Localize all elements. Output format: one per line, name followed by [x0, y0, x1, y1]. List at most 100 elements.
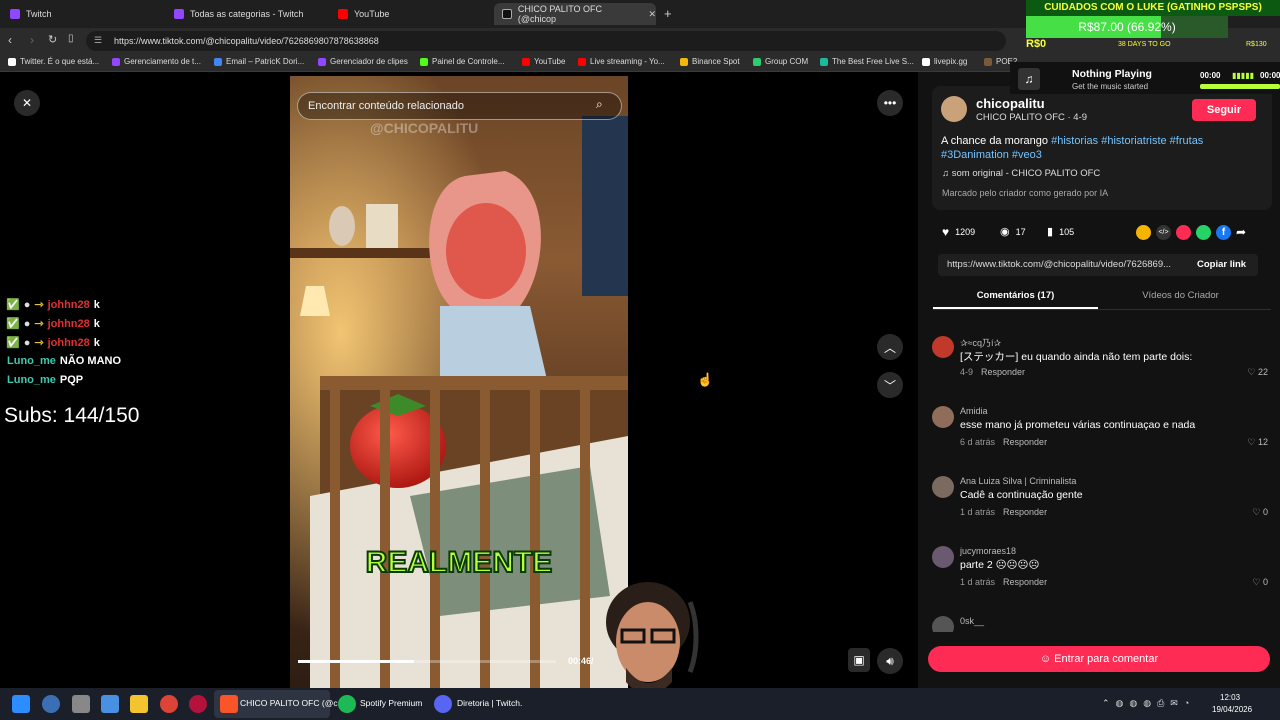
tab-youtube[interactable]: YouTube: [330, 3, 494, 25]
post-subtitle: CHICO PALITO OFC · 4-9: [976, 112, 1088, 123]
share-icon[interactable]: ➦: [1236, 225, 1246, 240]
send-icon[interactable]: [1176, 225, 1191, 240]
divider: [933, 309, 1271, 310]
chrome-icon[interactable]: [160, 695, 178, 713]
bookmark-binance[interactable]: Binance Spot: [680, 57, 740, 66]
toy-bunny: [329, 206, 355, 246]
picture-in-picture-icon[interactable]: ▣: [848, 648, 870, 672]
bookmark-clipes[interactable]: Gerenciador de clipes: [318, 57, 408, 66]
book: [366, 204, 398, 248]
taskbar-label[interactable]: Diretoria | Twitch.: [457, 698, 522, 708]
copy-link-button[interactable]: Copiar link: [1197, 259, 1246, 270]
video-link[interactable]: https://www.tiktok.com/@chicopalitu/vide…: [947, 259, 1171, 270]
bookmark-live-streaming[interactable]: Live streaming - Yo...: [578, 57, 665, 66]
avatar[interactable]: [932, 406, 954, 428]
comment-like-button[interactable]: ♡ 0: [1252, 507, 1268, 518]
facebook-icon[interactable]: f: [1216, 225, 1231, 240]
folder-icon[interactable]: [130, 695, 148, 713]
twitch-icon: [174, 9, 184, 19]
reply-button[interactable]: Responder: [981, 367, 1025, 377]
comment-icon: ☺: [1039, 653, 1055, 665]
bookmark-twitter[interactable]: Twitter. É o que está...: [8, 57, 99, 66]
video-player[interactable]: @CHICOPALITU REALMENTE: [290, 76, 628, 688]
heart-icon: ♥: [942, 225, 950, 239]
close-tab-icon[interactable]: ✕: [648, 9, 656, 20]
subs-counter: Subs: 144/150: [4, 404, 140, 427]
comment-like-button[interactable]: ♡ 12: [1247, 437, 1268, 448]
bookmark-livepix[interactable]: livepix.gg: [922, 57, 967, 66]
whatsapp-icon[interactable]: [1196, 225, 1211, 240]
bookmark-painel[interactable]: Painel de Controle...: [420, 57, 505, 66]
chevron-up-icon[interactable]: ︿: [877, 334, 903, 360]
new-tab-icon[interactable]: +: [664, 6, 672, 21]
reply-button[interactable]: Responder: [1003, 507, 1047, 517]
like-button[interactable]: ♥ 1209: [942, 225, 975, 239]
post-username[interactable]: chicopalitu: [976, 96, 1045, 111]
music-time-left: 00:00: [1200, 71, 1221, 80]
close-icon[interactable]: ✕: [14, 90, 40, 116]
tab-twitch-categories[interactable]: Todas as categorias - Twitch: [166, 3, 330, 25]
tab-tiktok-active[interactable]: CHICO PALITO OFC (@chicop ✕: [494, 3, 656, 25]
tab-twitch[interactable]: Twitch: [2, 3, 166, 25]
ai-label: Marcado pelo criador como gerado por IA: [942, 188, 1109, 198]
tab-creator-videos[interactable]: Vídeos do Criador: [1098, 290, 1263, 301]
bookmark-icon[interactable]: ▯: [68, 33, 74, 44]
comment-button[interactable]: ◉ 17: [1000, 225, 1026, 238]
bookmark-email[interactable]: Email – PatricK Dori...: [214, 57, 304, 66]
tiktok-icon: [502, 9, 512, 19]
bookmark-best-free-live[interactable]: The Best Free Live S...: [820, 57, 914, 66]
search-icon[interactable]: ⌕: [596, 97, 603, 112]
url-field[interactable]: https://www.tiktok.com/@chicopalitu/vide…: [86, 31, 1006, 51]
system-tray-icons[interactable]: ⌃◍◍◍⎙✉◔: [1102, 698, 1195, 709]
more-options-icon[interactable]: •••: [877, 90, 903, 116]
sound-row[interactable]: ♫ som original - CHICO PALITO OFC: [942, 168, 1100, 179]
taskbar-label[interactable]: Spotify Premium: [360, 698, 422, 708]
related-search-input[interactable]: Encontrar conteúdo relacionado: [297, 92, 622, 120]
music-time-right: 00:00: [1260, 71, 1280, 80]
save-button[interactable]: ▮ 105: [1047, 225, 1074, 238]
cursor-icon: ☝: [697, 372, 714, 387]
reply-button[interactable]: Responder: [1003, 437, 1047, 447]
reload-icon[interactable]: ↻: [48, 33, 57, 46]
bookmark-group-com[interactable]: Group COM: [753, 57, 808, 66]
taskbar-label: CHICO PALITO OFC (@c: [240, 698, 338, 708]
music-progress: [1200, 84, 1280, 89]
calculator-icon[interactable]: [72, 695, 90, 713]
globe-icon[interactable]: [42, 695, 60, 713]
back-icon[interactable]: ‹: [8, 33, 12, 47]
discord-icon[interactable]: [434, 695, 452, 713]
notepad-icon[interactable]: [101, 695, 119, 713]
twitch-icon: [10, 9, 20, 19]
chat-line: ✅ ● ⇾ johhn28 k: [6, 336, 100, 350]
bookmark-youtube[interactable]: YouTube: [522, 57, 565, 66]
avatar[interactable]: [932, 336, 954, 358]
chat-line: Luno_me PQP: [7, 374, 84, 386]
forward-icon[interactable]: ›: [30, 33, 34, 47]
tab-comments[interactable]: Comentários (17): [933, 290, 1098, 301]
hashtags[interactable]: #3Danimation #veo3: [941, 149, 1042, 161]
follow-button[interactable]: Seguir: [1192, 99, 1256, 121]
list-item: ✰≈cq乃í✰ [ステッカー] eu quando ainda não tem …: [932, 336, 1272, 378]
enter-to-comment-button[interactable]: ☺ Entrar para comentar: [928, 646, 1270, 672]
avatar[interactable]: [932, 476, 954, 498]
spotify-icon[interactable]: [338, 695, 356, 713]
hashtags[interactable]: #historias #historiatriste #frutas: [1051, 135, 1203, 147]
reply-button[interactable]: Responder: [1003, 577, 1047, 587]
chevron-down-icon[interactable]: ﹀: [877, 372, 903, 398]
site-settings-icon[interactable]: ☰: [94, 35, 102, 46]
avatar[interactable]: [932, 546, 954, 568]
bookmark-gerenciamento[interactable]: Gerenciamento de t...: [112, 57, 201, 66]
comment-like-button[interactable]: ♡ 22: [1247, 367, 1268, 378]
video-progress-track[interactable]: [298, 660, 556, 663]
chat-line: Luno_me NÃO MANO: [7, 355, 122, 367]
goal-days: 38 DAYS TO GO: [1118, 41, 1171, 48]
avatar[interactable]: [941, 96, 967, 122]
opera-icon[interactable]: [189, 695, 207, 713]
avatar[interactable]: [932, 616, 954, 632]
embed-icon[interactable]: </>: [1156, 225, 1171, 240]
volume-icon[interactable]: 🔊︎: [877, 648, 903, 674]
windows-start-icon[interactable]: [12, 695, 30, 713]
comment-like-button[interactable]: ♡ 0: [1252, 577, 1268, 588]
coin-icon[interactable]: [1136, 225, 1151, 240]
share-row: </> f ➦: [1136, 225, 1246, 240]
